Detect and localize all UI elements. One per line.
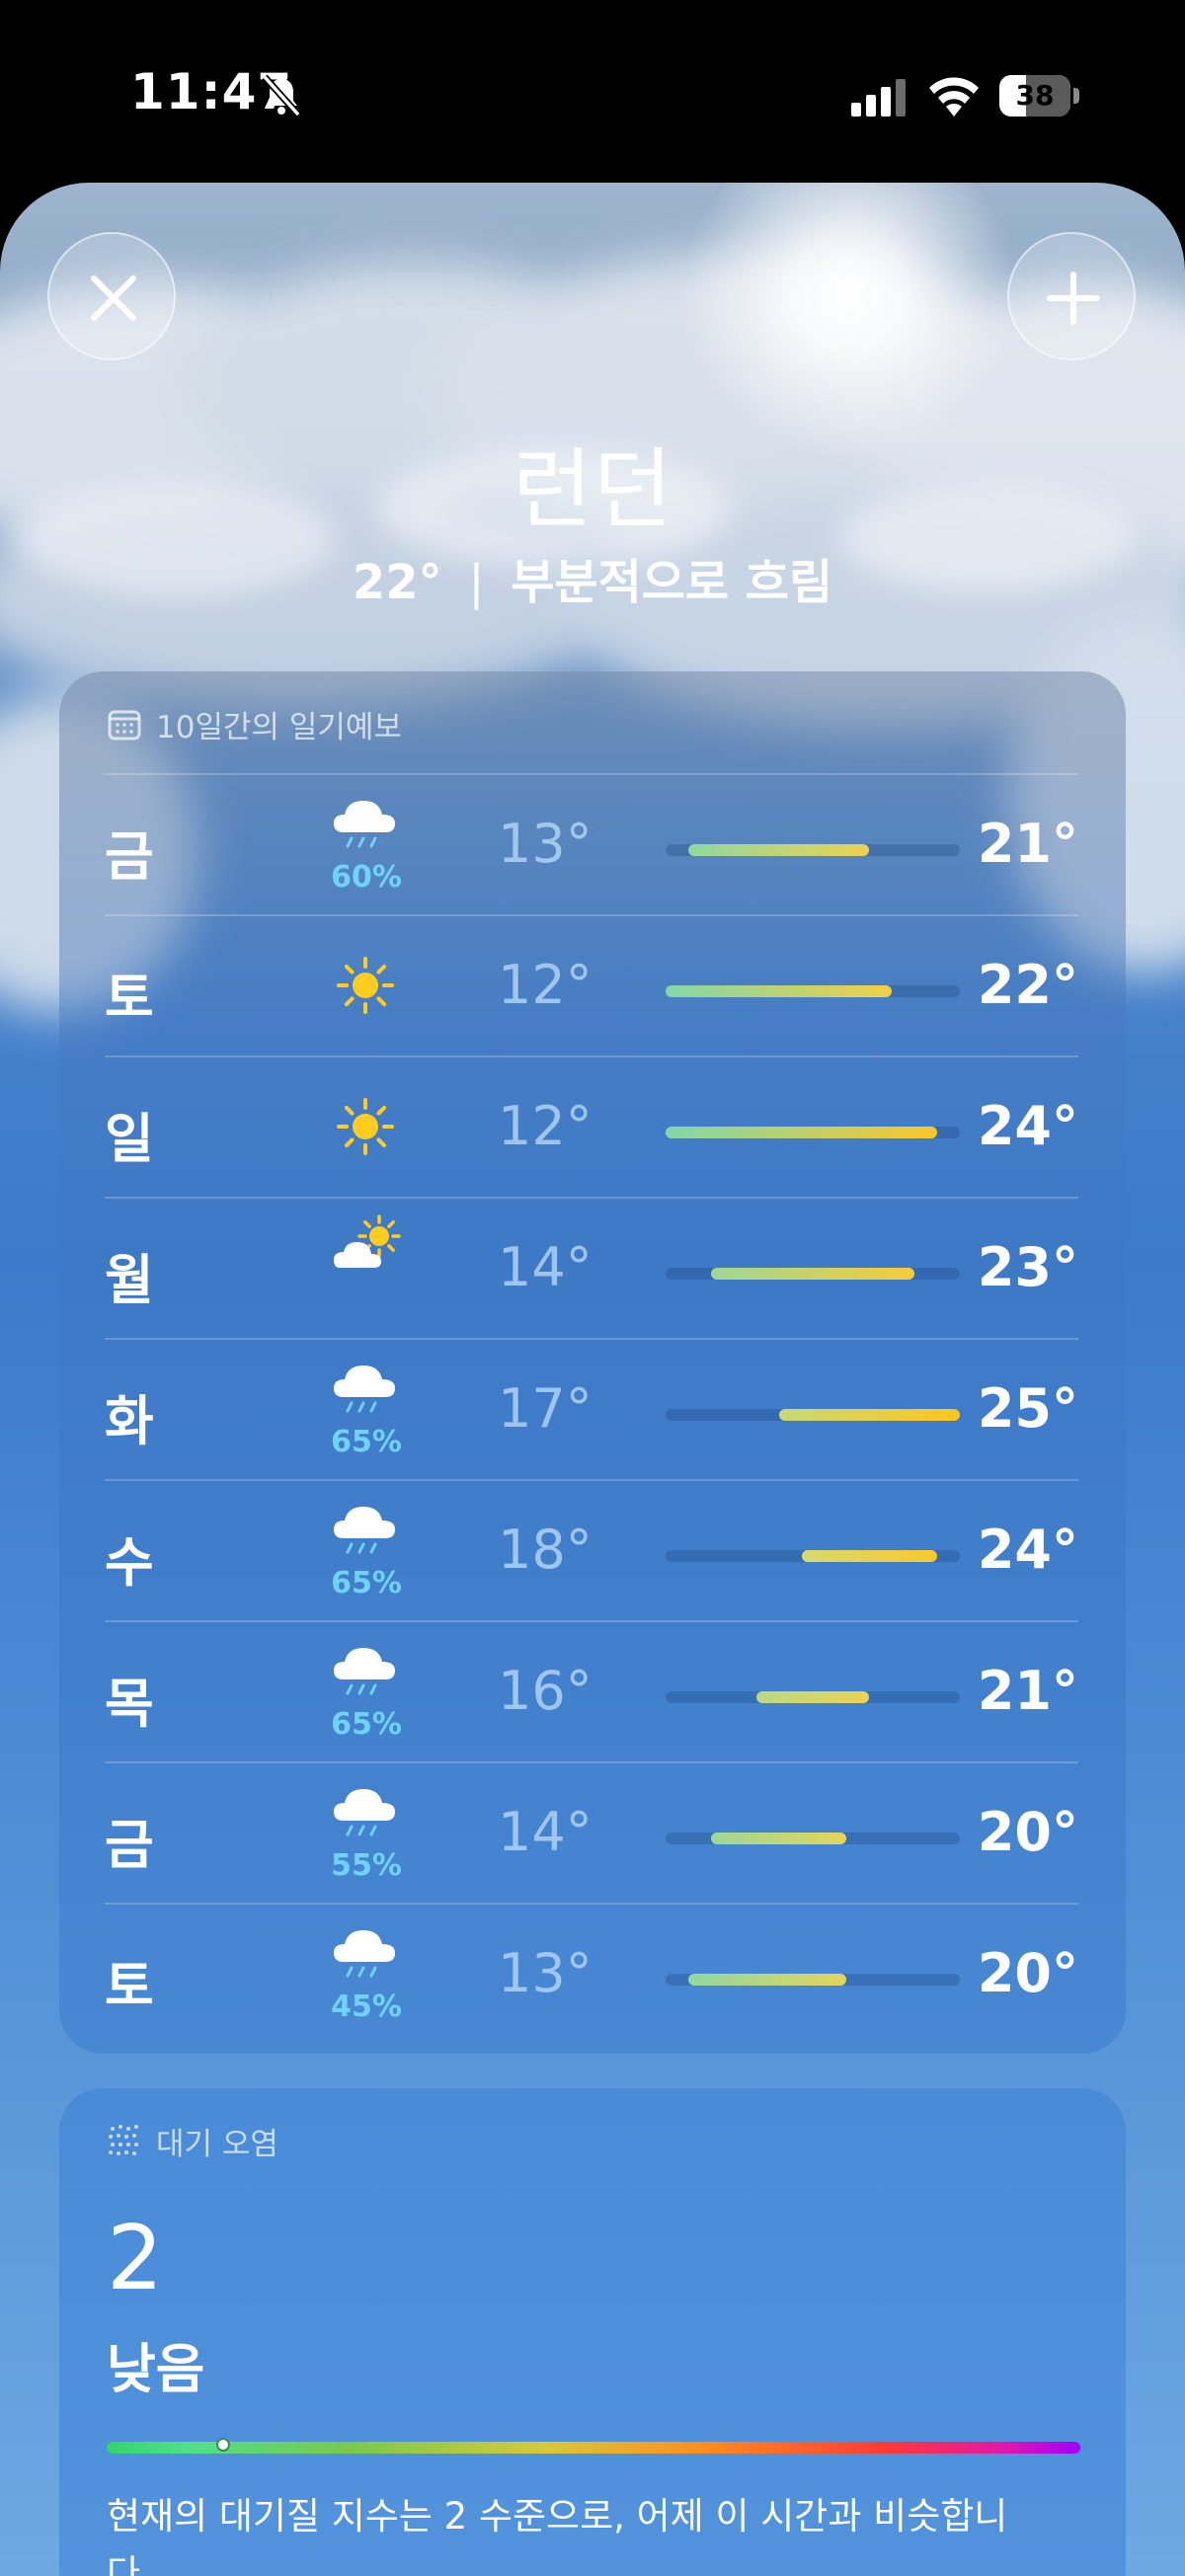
forecast-low: 14°	[498, 1236, 592, 1298]
add-button[interactable]	[1007, 232, 1136, 360]
forecast-high: 20°	[977, 1801, 1078, 1863]
temperature-range-bar	[666, 1550, 960, 1562]
forecast-low: 14°	[498, 1801, 592, 1863]
air-quality-indicator	[216, 2438, 231, 2452]
air-quality-level: 낮음	[107, 2338, 205, 2400]
sun-icon	[330, 950, 401, 1021]
rain-cloud-icon	[330, 789, 401, 860]
temperature-range-bar	[666, 1268, 960, 1280]
forecast-row[interactable]: 화 65% 17° 25°	[105, 1338, 1078, 1479]
close-icon	[91, 275, 136, 321]
temperature-range-fill	[710, 1268, 915, 1280]
signal-icon	[851, 79, 906, 117]
forecast-day: 토	[105, 967, 154, 1029]
rain-cloud-icon	[330, 1495, 401, 1566]
air-quality-card[interactable]: 대기 오염 2 낮음 현재의 대기질 지수는 2 수준으로, 어제 이 시간과 …	[59, 2088, 1126, 2576]
forecast-row[interactable]: 금 55% 14° 20°	[105, 1761, 1078, 1903]
forecast-low: 18°	[498, 1519, 592, 1581]
rain-cloud-icon	[330, 1777, 401, 1848]
forecast-low: 13°	[498, 1942, 592, 2004]
temperature-range-bar	[666, 1974, 960, 1986]
temperature-range-bar	[666, 1833, 960, 1844]
temperature-range-bar	[666, 1127, 960, 1138]
forecast-row[interactable]: 월 14° 23°	[105, 1197, 1078, 1338]
forecast-row[interactable]: 토 12° 22°	[105, 914, 1078, 1055]
temperature-range-bar	[666, 1691, 960, 1703]
precipitation-chance: 45%	[331, 1990, 402, 2024]
battery-percent: 38	[1015, 79, 1055, 112]
close-button[interactable]	[47, 232, 176, 360]
precipitation-chance: 65%	[331, 1425, 402, 1459]
air-quality-description: 현재의 대기질 지수는 2 수준으로, 어제 이 시간과 비슷합니다.	[107, 2495, 1008, 2576]
forecast-day: 금	[105, 1814, 154, 1876]
forecast-low: 12°	[498, 954, 592, 1016]
calendar-icon	[108, 710, 141, 741]
forecast-day: 화	[105, 1390, 154, 1452]
air-quality-scale	[107, 2438, 1080, 2454]
forecast-row[interactable]: 일 12° 24°	[105, 1055, 1078, 1197]
sun-icon	[330, 1091, 401, 1162]
forecast-row[interactable]: 수 65% 18° 24°	[105, 1479, 1078, 1620]
rain-cloud-icon	[330, 1354, 401, 1425]
rain-cloud-icon	[330, 1636, 401, 1707]
forecast-row[interactable]: 토 45% 13° 20°	[105, 1903, 1078, 2044]
temperature-range-fill	[710, 1833, 847, 1844]
temperature-range-fill	[755, 1691, 870, 1703]
weather-sheet[interactable]: 런던 22° | 부분적으로 흐림 10일간의 일기예보 금 60% 13° 2…	[0, 183, 1185, 2576]
forecast-day: 월	[105, 1249, 154, 1311]
forecast-low: 16°	[498, 1660, 592, 1722]
forecast-high: 21°	[977, 1660, 1078, 1722]
forecast-day: 금	[105, 825, 154, 888]
temperature-range-fill	[666, 1127, 938, 1138]
city-name: 런던	[513, 438, 672, 540]
summary-separator: |	[468, 555, 485, 610]
current-condition: 부분적으로 흐림	[511, 555, 833, 610]
forecast-card[interactable]: 10일간의 일기예보 금 60% 13° 21° 토 12° 22° 일 12°…	[59, 671, 1126, 2054]
forecast-high: 22°	[977, 954, 1078, 1016]
battery-indicator: 38	[999, 75, 1079, 117]
temperature-range-fill	[687, 1974, 847, 1986]
forecast-day: 토	[105, 1955, 154, 2017]
wifi-icon	[929, 77, 979, 117]
temperature-range-fill	[801, 1550, 938, 1562]
forecast-day: 일	[105, 1108, 154, 1170]
forecast-row[interactable]: 금 60% 13° 21°	[105, 773, 1078, 914]
forecast-row[interactable]: 목 65% 16° 21°	[105, 1620, 1078, 1761]
current-temp: 22°	[352, 555, 442, 610]
forecast-high: 25°	[977, 1377, 1078, 1440]
precipitation-chance: 60%	[331, 860, 402, 895]
temperature-range-bar	[666, 844, 960, 856]
current-summary: 22° | 부분적으로 흐림	[0, 543, 1185, 612]
forecast-high: 21°	[977, 813, 1078, 875]
forecast-header: 10일간의 일기예보	[107, 701, 402, 746]
temperature-range-fill	[666, 985, 893, 997]
forecast-low: 17°	[498, 1377, 592, 1440]
forecast-day: 수	[105, 1531, 154, 1594]
forecast-title: 10일간의 일기예보	[156, 709, 402, 745]
precipitation-chance: 65%	[331, 1707, 402, 1742]
forecast-high: 24°	[977, 1095, 1078, 1157]
air-quality-icon	[109, 2125, 138, 2155]
plus-icon	[1047, 272, 1100, 325]
forecast-low: 12°	[498, 1095, 592, 1157]
rain-cloud-icon	[330, 1918, 401, 1990]
air-quality-header: 대기 오염	[107, 2118, 278, 2163]
air-quality-value: 2	[107, 2207, 164, 2310]
bell-slash-icon	[262, 74, 301, 117]
forecast-low: 13°	[498, 813, 592, 875]
forecast-day: 목	[105, 1673, 154, 1735]
precipitation-chance: 55%	[331, 1848, 402, 1883]
forecast-high: 24°	[977, 1519, 1078, 1581]
temperature-range-fill	[778, 1409, 960, 1421]
forecast-high: 20°	[977, 1942, 1078, 2004]
temperature-range-fill	[687, 844, 870, 856]
forecast-high: 23°	[977, 1236, 1078, 1298]
temperature-range-bar	[666, 985, 960, 997]
temperature-range-bar	[666, 1409, 960, 1421]
air-quality-title: 대기 오염	[156, 2126, 278, 2162]
precipitation-chance: 65%	[331, 1566, 402, 1600]
status-bar: 11:47 38	[0, 0, 1185, 188]
partly-cloudy-icon	[330, 1212, 401, 1284]
